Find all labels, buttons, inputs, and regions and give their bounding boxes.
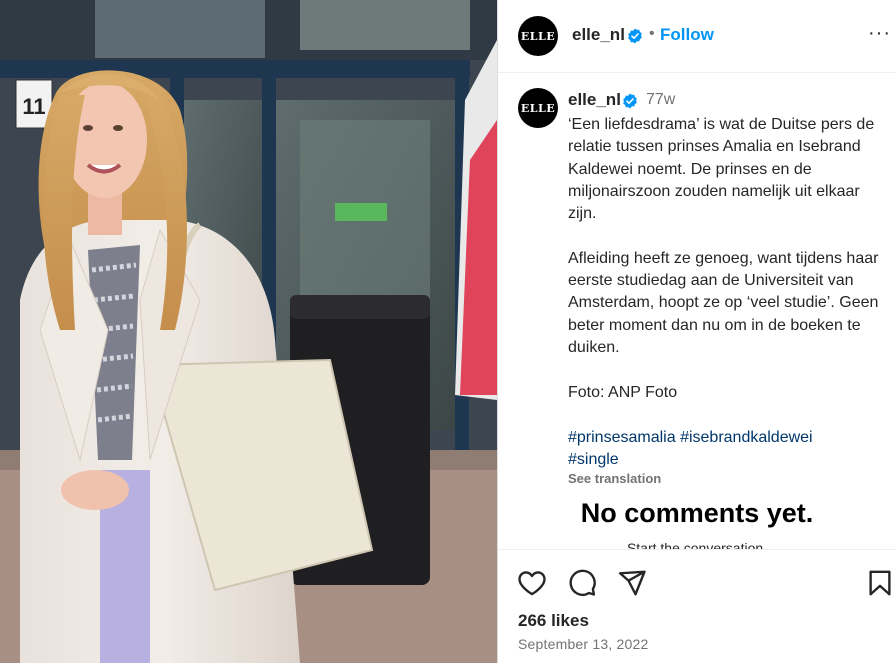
avatar-logo-text: ELLE [520,101,556,115]
start-conversation-text: Start the conversation. [626,540,768,549]
avatar-logo-text: ELLE [520,29,556,43]
hashtag-link[interactable]: #isebrandkaldewei [680,429,813,446]
post-date[interactable]: September 13, 2022 [518,636,648,652]
hashtag-list: #prinsesamalia #isebrandkaldewei #single [568,427,886,472]
post-header: ELLE elle_nl • Follow ··· [498,0,895,73]
comment-bubble-icon[interactable] [567,568,597,598]
likes-count[interactable]: 266 likes [518,611,589,631]
heart-icon[interactable] [517,568,547,598]
follow-button[interactable]: Follow [660,25,714,45]
caption-username[interactable]: elle_nl [568,90,621,110]
caption-avatar[interactable]: ELLE [518,88,558,128]
door-number: 11 [22,94,45,119]
hashtag-link[interactable]: #prinsesamalia [568,429,676,446]
bookmark-icon[interactable] [865,568,895,598]
photo-illustration: 11 [0,0,497,663]
see-translation-button[interactable]: See translation [568,471,661,486]
header-username[interactable]: elle_nl [572,25,625,45]
post-actions: 266 likes September 13, 2022 [498,549,895,663]
verified-badge-icon [627,28,643,47]
caption-text: ‘Een liefdesdrama’ is wat de Duitse pers… [568,116,879,401]
post-photo[interactable]: 11 [0,0,497,663]
caption-comments-area[interactable]: ELLE elle_nl 77w ‘Een liefdesdrama’ is w… [498,74,895,549]
post-time-ago[interactable]: 77w [646,91,675,109]
more-options-icon[interactable]: ··· [868,22,891,45]
verified-badge-icon [622,93,638,112]
avatar[interactable]: ELLE [518,16,558,56]
separator-dot: • [649,25,655,42]
no-comments-heading: No comments yet. [580,498,814,528]
hashtag-link[interactable]: #single [568,451,619,468]
post-detail-panel: ELLE elle_nl • Follow ··· ELLE elle_nl 7… [497,0,895,663]
green-sign [335,203,387,221]
paper-plane-icon[interactable] [617,568,647,598]
